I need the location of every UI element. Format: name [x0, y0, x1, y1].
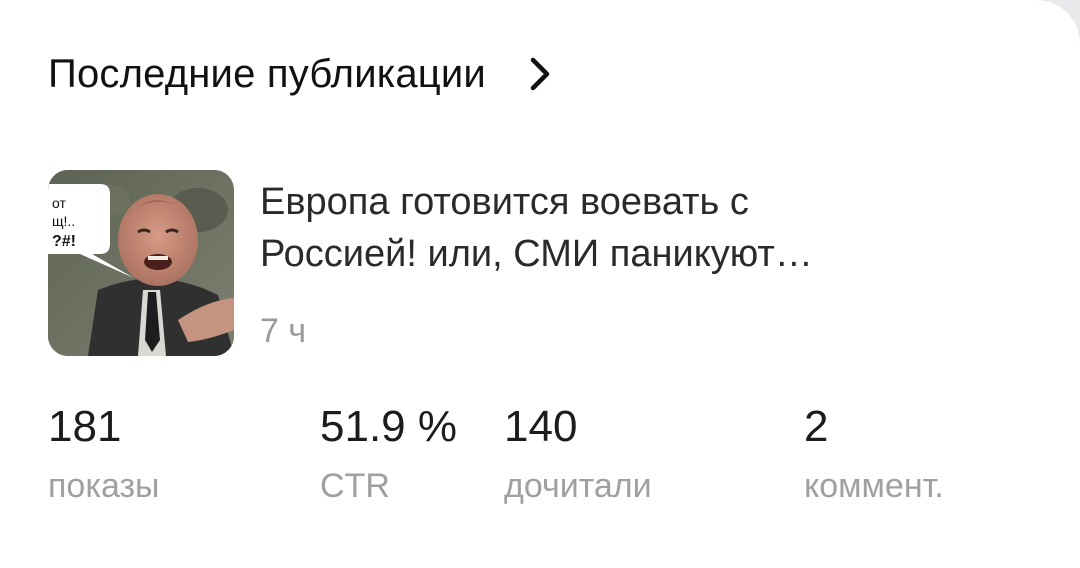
stat-ctr: 51.9 % CTR: [320, 400, 457, 506]
section-title: Последние публикации: [48, 52, 486, 96]
publication-thumbnail[interactable]: от щ!.. ?#!: [48, 170, 234, 356]
publication-item[interactable]: от щ!.. ?#! Европа готовится воевать с Р…: [48, 170, 1038, 356]
stat-comments-label: коммент.: [804, 467, 944, 505]
publication-title-line-2: Россией! или, СМИ паникуют…: [260, 233, 813, 275]
publication-title-line-1: Европа готовится воевать с: [260, 181, 749, 223]
stat-ctr-value: 51.9 %: [320, 402, 457, 451]
publication-stats: 181 показы 51.9 % CTR 140 дочитали 2 ком…: [0, 400, 1080, 520]
publication-time: 7 ч: [260, 312, 307, 350]
stat-impressions-label: показы: [48, 467, 160, 505]
stat-read-through-value: 140: [504, 402, 578, 451]
thumbnail-bubble-line-1: от: [52, 195, 66, 211]
thumbnail-bubble-line-3: ?#!: [52, 233, 76, 250]
stat-ctr-label: CTR: [320, 467, 390, 505]
publication-title[interactable]: Европа готовится воевать с Россией! или,…: [260, 176, 960, 280]
stat-comments-value: 2: [804, 402, 829, 451]
stat-comments: 2 коммент.: [804, 400, 944, 506]
stat-impressions-value: 181: [48, 402, 122, 451]
latest-publications-card: Последние публикации от щ!.. ?#! Европа …: [0, 0, 1080, 568]
stat-impressions: 181 показы: [48, 400, 160, 506]
thumbnail-bubble-line-2: щ!..: [52, 213, 75, 229]
latest-publications-header[interactable]: Последние публикации: [48, 50, 554, 98]
stat-read-through-label: дочитали: [504, 467, 652, 505]
stat-read-through: 140 дочитали: [504, 400, 652, 506]
chevron-right-icon[interactable]: [526, 56, 554, 92]
